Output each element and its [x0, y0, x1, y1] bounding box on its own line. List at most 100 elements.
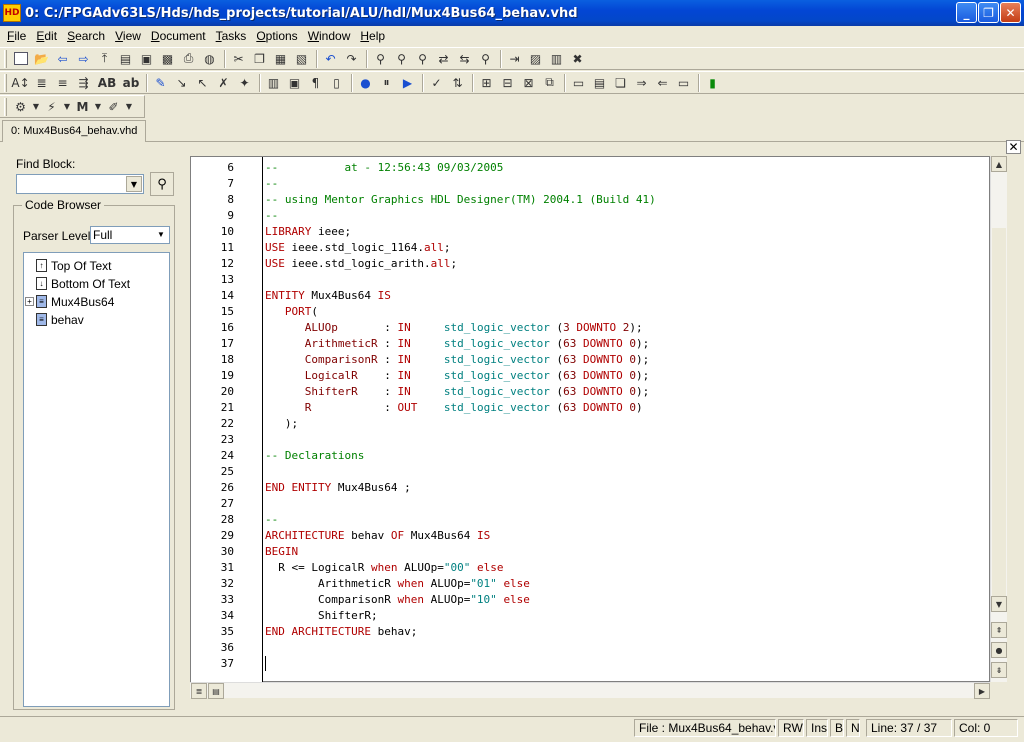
- code-line[interactable]: END ARCHITECTURE behav;: [265, 624, 985, 640]
- menu-edit[interactable]: Edit: [31, 29, 62, 43]
- scroll-down-icon[interactable]: ▼: [991, 596, 1007, 612]
- find-binoculars-button[interactable]: ⚲: [150, 172, 174, 196]
- menu-view[interactable]: View: [110, 29, 146, 43]
- scroll-up-icon[interactable]: ▲: [991, 156, 1007, 172]
- code-line[interactable]: END ENTITY Mux4Bus64 ;: [265, 480, 985, 496]
- pilcrow-icon[interactable]: ¶: [306, 73, 325, 92]
- spell-check-icon[interactable]: ✓: [427, 73, 446, 92]
- clear-markers-icon[interactable]: ✗: [214, 73, 233, 92]
- find-next-icon[interactable]: ⚲: [392, 49, 411, 68]
- tab-mux4bus64-behav[interactable]: 0: Mux4Bus64_behav.vhd: [2, 120, 147, 142]
- tree-item-top-of-text[interactable]: ↑ Top Of Text: [24, 257, 169, 275]
- up-folder-icon[interactable]: ⤒: [95, 49, 114, 68]
- page-down-icon[interactable]: ⇟: [991, 662, 1007, 678]
- forward-arrow-icon[interactable]: ⇨: [74, 49, 93, 68]
- save-icon[interactable]: ▣: [137, 49, 156, 68]
- code-line[interactable]: --: [265, 176, 985, 192]
- cascade-icon[interactable]: ❏: [611, 73, 630, 92]
- find-block-combobox[interactable]: ▼: [16, 174, 144, 194]
- code-line[interactable]: LogicalR : IN std_logic_vector (63 DOWNT…: [265, 368, 985, 384]
- close-pane-button[interactable]: ✕: [1006, 140, 1021, 154]
- tile-icon[interactable]: ▭: [674, 73, 693, 92]
- compile-dropdown-icon[interactable]: ▼: [32, 97, 40, 116]
- cut-icon[interactable]: ✂: [229, 49, 248, 68]
- close-button[interactable]: ✕: [1000, 2, 1021, 23]
- scrollbar-thumb[interactable]: [992, 228, 1006, 596]
- compile-icon[interactable]: ⚙: [11, 97, 30, 116]
- indent-block-icon[interactable]: ⇶: [74, 73, 93, 92]
- save-all-icon[interactable]: ▩: [158, 49, 177, 68]
- replace-all-icon[interactable]: ⇆: [455, 49, 474, 68]
- undo-icon[interactable]: ↶: [321, 49, 340, 68]
- code-line[interactable]: USE ieee.std_logic_arith.all;: [265, 256, 985, 272]
- find-in-files-icon[interactable]: ⚲: [476, 49, 495, 68]
- code-line[interactable]: ArithmeticR : IN std_logic_vector (63 DO…: [265, 336, 985, 352]
- code-line[interactable]: PORT(: [265, 304, 985, 320]
- wrap-icon[interactable]: ▣: [285, 73, 304, 92]
- uppercase-icon[interactable]: AB: [95, 73, 119, 92]
- code-line[interactable]: LIBRARY ieee;: [265, 224, 985, 240]
- net-icon[interactable]: ⊠: [519, 73, 538, 92]
- tree-item-behav[interactable]: ≡ behav: [24, 311, 169, 329]
- scroll-right-icon[interactable]: ▶: [974, 683, 990, 699]
- code-line[interactable]: -- using Mentor Graphics HDL Designer(TM…: [265, 192, 985, 208]
- page-icon[interactable]: ▯: [327, 73, 346, 92]
- magic-icon[interactable]: ✦: [235, 73, 254, 92]
- code-line[interactable]: ENTITY Mux4Bus64 IS: [265, 288, 985, 304]
- code-line[interactable]: ARCHITECTURE behav OF Mux4Bus64 IS: [265, 528, 985, 544]
- page-center-icon[interactable]: ●: [991, 642, 1007, 658]
- vertical-scrollbar[interactable]: ▲ ▼ ⇞ ● ⇟: [990, 156, 1007, 682]
- export-icon[interactable]: ⇒: [632, 73, 651, 92]
- folder-icon[interactable]: ▤: [116, 49, 135, 68]
- find-previous-icon[interactable]: ⚲: [413, 49, 432, 68]
- paste-icon[interactable]: ▦: [271, 49, 290, 68]
- view-mode-icon[interactable]: ≣: [191, 683, 207, 699]
- tree-expand-icon[interactable]: +: [25, 297, 34, 306]
- code-editor[interactable]: 6 7 8 9 10 11 12 13 14 15 16 17 18 19 20 21 22 23 24 25 26 27…: [190, 156, 990, 683]
- hierarchy-dropdown-icon[interactable]: ⊟: [498, 73, 517, 92]
- indent-icon[interactable]: ⇥: [505, 49, 524, 68]
- next-marker-icon[interactable]: ↘: [172, 73, 191, 92]
- compare-icon[interactable]: ▥: [547, 49, 566, 68]
- code-line[interactable]: USE ieee.std_logic_1164.all;: [265, 240, 985, 256]
- format-icon[interactable]: ▨: [526, 49, 545, 68]
- code-line[interactable]: -- at - 12:56:43 09/03/2005: [265, 160, 985, 176]
- code-line[interactable]: --: [265, 512, 985, 528]
- menu-options[interactable]: Options: [251, 29, 302, 43]
- comment-icon[interactable]: ≣: [32, 73, 51, 92]
- font-size-icon[interactable]: A↕: [11, 73, 30, 92]
- window-icon[interactable]: ▭: [569, 73, 588, 92]
- app-icon[interactable]: HD: [3, 4, 21, 22]
- menu-help[interactable]: Help: [355, 29, 390, 43]
- window-list-icon[interactable]: ▤: [590, 73, 609, 92]
- code-line[interactable]: ShifterR : IN std_logic_vector (63 DOWNT…: [265, 384, 985, 400]
- uncomment-icon[interactable]: ≡: [53, 73, 72, 92]
- columns-icon[interactable]: ▥: [264, 73, 283, 92]
- pause-macro-icon[interactable]: ⏸: [377, 73, 396, 92]
- split-icon[interactable]: ⧉: [540, 73, 559, 92]
- simulate-icon[interactable]: ⚡: [42, 97, 61, 116]
- paste-special-icon[interactable]: ▧: [292, 49, 311, 68]
- tools-icon[interactable]: ✖: [568, 49, 587, 68]
- code-line[interactable]: ALUOp : IN std_logic_vector (3 DOWNTO 2)…: [265, 320, 985, 336]
- replace-icon[interactable]: ⇄: [434, 49, 453, 68]
- code-line[interactable]: ArithmeticR when ALUOp="01" else: [265, 576, 985, 592]
- play-macro-icon[interactable]: ▶: [398, 73, 417, 92]
- code-line[interactable]: R <= LogicalR when ALUOp="00" else: [265, 560, 985, 576]
- copy-icon[interactable]: ❐: [250, 49, 269, 68]
- code-line[interactable]: );: [265, 416, 985, 432]
- parser-level-select[interactable]: Full ▼: [90, 226, 170, 244]
- find-icon[interactable]: ⚲: [371, 49, 390, 68]
- web-globe-icon[interactable]: ◍: [200, 49, 219, 68]
- import-icon[interactable]: ⇐: [653, 73, 672, 92]
- menu-search[interactable]: Search: [62, 29, 110, 43]
- synthesis-icon[interactable]: ✐: [104, 97, 123, 116]
- menu-tasks[interactable]: Tasks: [211, 29, 252, 43]
- redo-icon[interactable]: ↷: [342, 49, 361, 68]
- code-line[interactable]: R : OUT std_logic_vector (63 DOWNTO 0): [265, 400, 985, 416]
- maximize-button[interactable]: ❐: [978, 2, 999, 23]
- modelsim-dropdown-icon[interactable]: ▼: [94, 97, 102, 116]
- code-line[interactable]: ComparisonR when ALUOp="10" else: [265, 592, 985, 608]
- code-line[interactable]: BEGIN: [265, 544, 985, 560]
- code-line[interactable]: --: [265, 208, 985, 224]
